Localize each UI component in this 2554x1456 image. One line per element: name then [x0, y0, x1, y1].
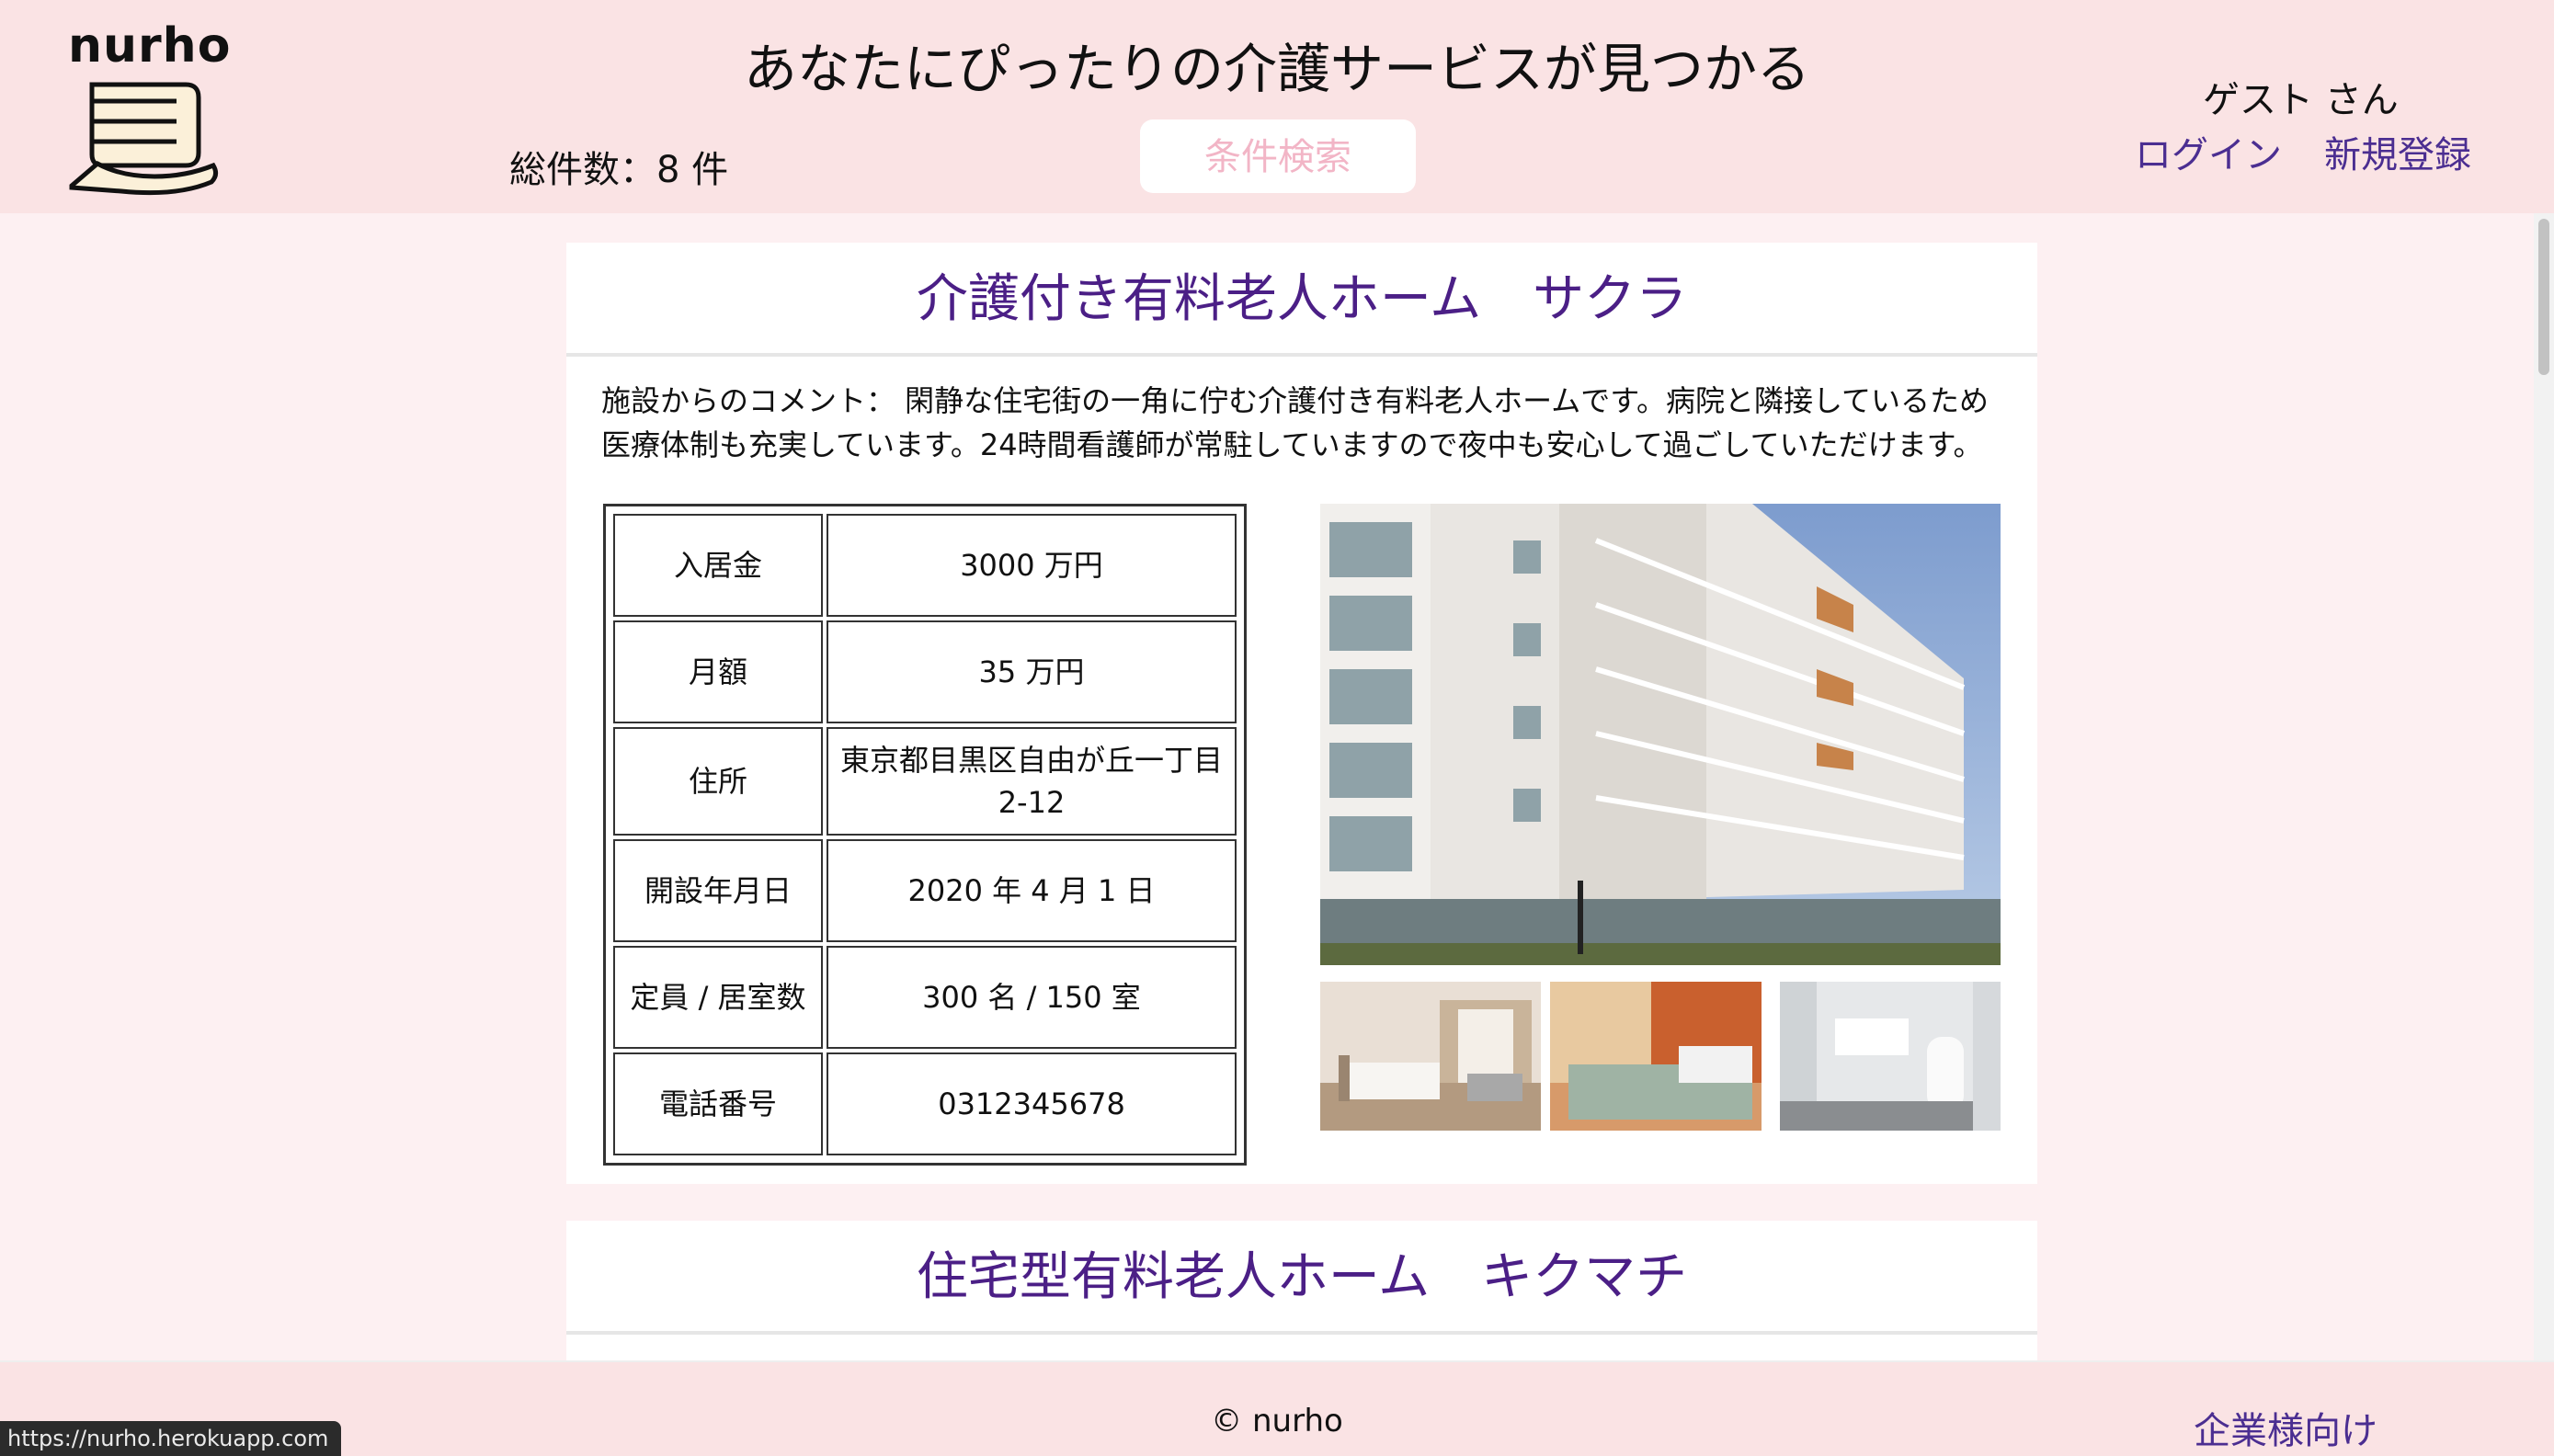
site-title: あなたにぴったりの介護サービスが見つかる	[743, 38, 1810, 100]
table-label: 月額	[613, 620, 823, 723]
page-scrollbar[interactable]	[2534, 213, 2554, 1362]
table-label: 入居金	[613, 514, 823, 617]
table-row: 月額 35 万円	[613, 620, 1237, 723]
facility-comment: 施設からのコメント： 閑静な住宅街の一角に佇む介護付き有料老人ホームです。病院と…	[601, 383, 1990, 462]
facility-name[interactable]: 住宅型有料老人ホーム キクマチ	[566, 1221, 2037, 1335]
facility-card: 住宅型有料老人ホーム キクマチ	[566, 1221, 2037, 1360]
login-link[interactable]: ログイン	[2135, 125, 2282, 178]
bath-photo	[1550, 982, 1771, 1131]
table-value: 3000 万円	[827, 514, 1237, 617]
copyright: © nurho	[1211, 1403, 1343, 1439]
table-label: 住所	[613, 727, 823, 836]
table-row: 住所 東京都目黒区自由が丘一丁目2-12	[613, 727, 1237, 836]
facility-name[interactable]: 介護付き有料老人ホーム サクラ	[566, 243, 2037, 357]
scrollbar-thumb[interactable]	[2538, 219, 2549, 375]
table-label: 定員 / 居室数	[613, 946, 823, 1049]
facility-thumb-room[interactable]	[1320, 982, 1541, 1131]
facility-main-photo[interactable]	[1320, 504, 2001, 965]
table-value: 300 名 / 150 室	[827, 946, 1237, 1049]
table-label: 開設年月日	[613, 839, 823, 942]
table-row: 入居金 3000 万円	[613, 514, 1237, 617]
facility-thumb-toilet[interactable]	[1780, 982, 2001, 1131]
total-count: 総件数：8 件	[509, 149, 729, 191]
table-row: 電話番号 0312345678	[613, 1052, 1237, 1155]
footer: © nurho 企業様向け	[0, 1360, 2554, 1456]
facility-card: 介護付き有料老人ホーム サクラ 施設からのコメント： 閑静な住宅街の一角に佇む介…	[566, 243, 2037, 1184]
guest-label: ゲスト さん	[2203, 79, 2399, 121]
table-value: 0312345678	[827, 1052, 1237, 1155]
facility-thumb-bath[interactable]	[1550, 982, 1771, 1131]
corporate-link[interactable]: 企業様向け	[2194, 1401, 2377, 1454]
header: nurho あなたにぴったりの介護サービスが見つかる 総件数：8 件 条件検索 …	[0, 0, 2554, 213]
table-value: 2020 年 4 月 1 日	[827, 839, 1237, 942]
facility-info-table: 入居金 3000 万円 月額 35 万円 住所 東京都目黒区自由が丘一丁目2-1…	[603, 504, 1247, 1166]
status-bar-url: https://nurho.herokuapp.com	[0, 1421, 342, 1456]
table-value: 35 万円	[827, 620, 1237, 723]
table-row: 定員 / 居室数 300 名 / 150 室	[613, 946, 1237, 1049]
room-photo	[1320, 982, 1541, 1131]
table-row: 開設年月日 2020 年 4 月 1 日	[613, 839, 1237, 942]
toilet-photo	[1780, 982, 2001, 1131]
table-value: 東京都目黒区自由が丘一丁目2-12	[827, 727, 1237, 836]
signup-link[interactable]: 新規登録	[2324, 125, 2471, 178]
building-photo	[1320, 504, 2001, 965]
search-button[interactable]: 条件検索	[1140, 119, 1416, 193]
table-label: 電話番号	[613, 1052, 823, 1155]
